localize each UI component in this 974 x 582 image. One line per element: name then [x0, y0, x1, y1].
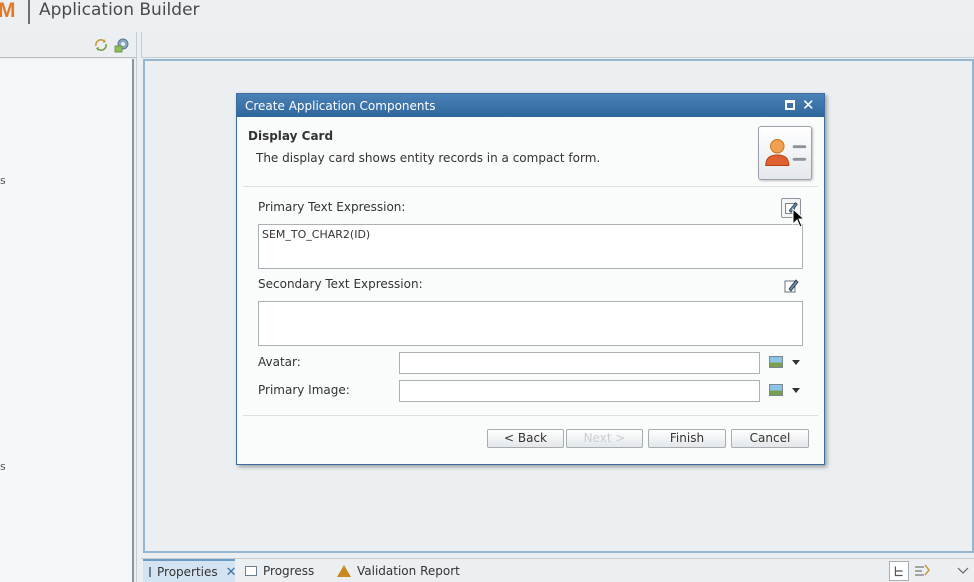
layout-icon[interactable] [889, 561, 909, 581]
secondary-text-expression-field[interactable] [258, 301, 803, 346]
next-button[interactable]: Next > [566, 429, 643, 448]
mouse-cursor-icon [792, 208, 806, 228]
close-icon[interactable]: ✕ [802, 96, 815, 114]
left-panel: s s [0, 32, 137, 582]
display-card-illustration-icon [758, 126, 812, 180]
section-description: The display card shows entity records in… [256, 151, 601, 165]
separator [243, 186, 818, 187]
left-tree-panel[interactable]: s s [0, 59, 134, 582]
close-icon[interactable]: ✕ [226, 565, 237, 580]
tab-label: Progress [263, 564, 315, 578]
dialog-titlebar[interactable]: Create Application Components ✕ [237, 94, 824, 117]
tree-item-label[interactable]: s [0, 174, 6, 187]
app-logo: M [0, 0, 16, 22]
left-toolbar [0, 32, 137, 58]
cancel-button[interactable]: Cancel [731, 429, 809, 448]
primary-text-expression-field[interactable]: SEM_TO_CHAR2(ID) [258, 224, 803, 269]
view-menu-icon[interactable] [953, 561, 973, 581]
tab-properties[interactable]: Properties ✕ [143, 559, 237, 582]
tab-validation-report[interactable]: Validation Report [331, 559, 471, 582]
separator [243, 415, 818, 416]
tab-label: Validation Report [357, 564, 460, 578]
warning-icon [337, 565, 351, 577]
filter-icon[interactable] [912, 561, 932, 581]
chevron-down-icon[interactable] [792, 388, 800, 393]
settings-gear-icon[interactable] [114, 37, 130, 53]
tab-progress[interactable]: Progress [239, 559, 327, 582]
progress-icon [245, 566, 257, 576]
image-picker-icon[interactable] [769, 356, 783, 368]
avatar-field[interactable] [399, 352, 760, 374]
properties-icon [149, 567, 151, 577]
image-picker-icon[interactable] [769, 384, 783, 396]
dialog-title: Create Application Components [245, 99, 436, 113]
bottom-tab-bar: Properties ✕ Progress Validation Report [141, 558, 974, 582]
create-components-dialog: Create Application Components ✕ Display … [236, 93, 825, 465]
primary-image-field[interactable] [399, 380, 760, 402]
tab-label: Properties [157, 565, 218, 579]
back-button[interactable]: < Back [487, 429, 564, 448]
chevron-down-icon[interactable] [792, 360, 800, 365]
maximize-icon[interactable] [785, 100, 795, 110]
secondary-text-label: Secondary Text Expression: [258, 277, 423, 291]
finish-button[interactable]: Finish [648, 429, 726, 448]
edit-expression-icon[interactable] [781, 276, 801, 296]
avatar-label: Avatar: [258, 355, 301, 369]
primary-text-label: Primary Text Expression: [258, 200, 406, 214]
primary-image-label: Primary Image: [258, 383, 350, 397]
editor-toolbar [141, 32, 974, 58]
tree-item-label[interactable]: s [0, 460, 6, 473]
section-title: Display Card [248, 129, 334, 143]
dialog-body: Display Card The display card shows enti… [237, 117, 824, 464]
app-title: Application Builder [39, 0, 200, 20]
header-divider [28, 0, 30, 24]
sync-icon[interactable] [93, 37, 109, 53]
app-header: M Application Builder [0, 0, 974, 30]
